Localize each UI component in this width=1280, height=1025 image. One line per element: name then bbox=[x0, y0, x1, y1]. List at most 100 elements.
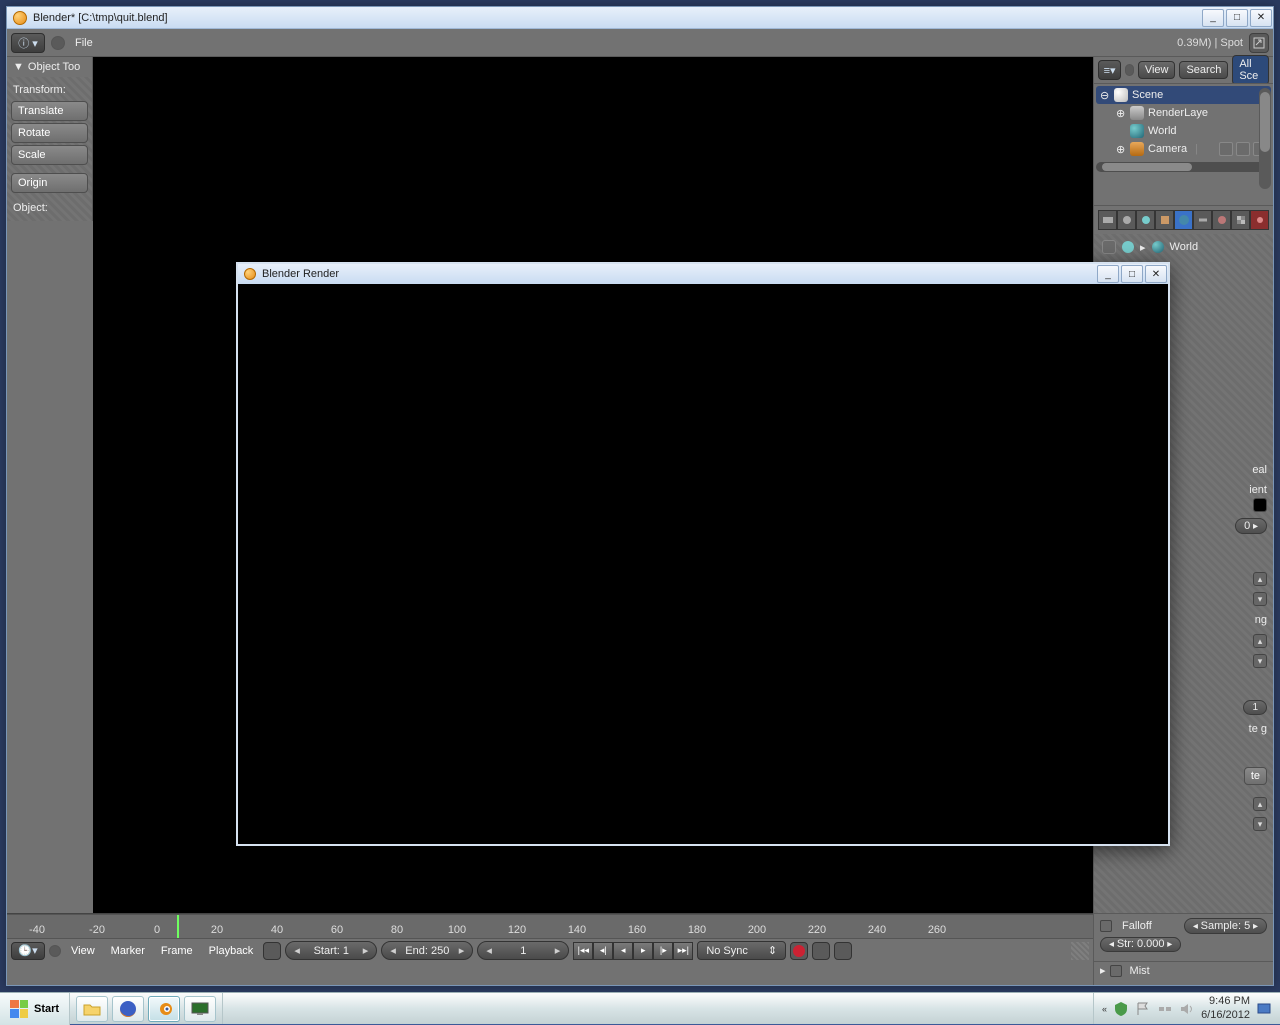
sample-field[interactable]: ◂ Sample: 5 ▸ bbox=[1184, 918, 1267, 934]
expand-icon[interactable]: ⊕ bbox=[1116, 107, 1126, 120]
tab-texture[interactable] bbox=[1231, 210, 1250, 230]
stepper-up-icon[interactable]: ▴ bbox=[1253, 797, 1267, 811]
outliner-node-world[interactable]: World bbox=[1112, 122, 1271, 140]
camera-icon bbox=[1130, 142, 1144, 156]
te-button[interactable]: te bbox=[1244, 767, 1267, 785]
start-button[interactable]: Start bbox=[0, 993, 70, 1025]
value-field-0[interactable]: 0 ▸ bbox=[1235, 518, 1267, 534]
jump-start-button[interactable]: |◂◂ bbox=[573, 942, 593, 960]
timeline-ruler[interactable]: -40-200204060801001201401601802002202402… bbox=[7, 914, 1093, 938]
stepper-down-icon[interactable]: ▾ bbox=[1253, 817, 1267, 831]
info-editor-type-dropdown[interactable]: ⓘ ▾ bbox=[11, 33, 45, 53]
render-window[interactable]: Blender Render _ □ ✕ bbox=[236, 262, 1170, 846]
tray-expand-icon[interactable]: « bbox=[1102, 1004, 1107, 1014]
rotate-button[interactable]: Rotate bbox=[11, 123, 88, 143]
outliner-node-camera[interactable]: ⊕ Camera | bbox=[1112, 140, 1271, 158]
render-minimize-button[interactable]: _ bbox=[1097, 265, 1119, 283]
tab-world[interactable] bbox=[1174, 210, 1193, 230]
keyframe-prev-button[interactable]: ◂| bbox=[593, 942, 613, 960]
taskbar-firefox[interactable] bbox=[112, 996, 144, 1022]
stepper-down-icon[interactable]: ▾ bbox=[1253, 592, 1267, 606]
selectable-icon[interactable] bbox=[1236, 142, 1250, 156]
area-drag-corner[interactable] bbox=[1071, 942, 1089, 960]
world-breadcrumb-label[interactable]: World bbox=[1170, 241, 1199, 253]
mist-checkbox[interactable] bbox=[1110, 965, 1122, 977]
outliner-v-scrollbar[interactable] bbox=[1259, 88, 1271, 189]
scene-bread-icon[interactable] bbox=[1122, 241, 1134, 253]
link-icon[interactable] bbox=[1125, 64, 1134, 76]
keyframe-next-button[interactable]: |▸ bbox=[653, 942, 673, 960]
toolshelf-header[interactable]: ▼ Object Too bbox=[7, 57, 92, 77]
disclosure-icon: ▼ bbox=[13, 61, 24, 73]
render-maximize-button[interactable]: □ bbox=[1121, 265, 1143, 283]
render-result-view[interactable] bbox=[238, 284, 1168, 844]
sync-mode-dropdown[interactable]: No Sync⇕ bbox=[697, 941, 786, 960]
start-frame-field[interactable]: ◂Start: 1▸ bbox=[285, 941, 377, 960]
auto-keyframe-button[interactable] bbox=[790, 942, 808, 960]
tab-world-small[interactable] bbox=[1136, 210, 1155, 230]
timeline-tick: 60 bbox=[307, 924, 367, 936]
keying-set-icon-2[interactable] bbox=[834, 942, 852, 960]
tab-material[interactable] bbox=[1212, 210, 1231, 230]
keying-set-icon[interactable] bbox=[812, 942, 830, 960]
tab-object[interactable] bbox=[1155, 210, 1174, 230]
disclosure-icon[interactable]: ▸ bbox=[1100, 964, 1106, 977]
timeline-menu-playback[interactable]: Playback bbox=[203, 943, 260, 959]
taskbar-blender[interactable] bbox=[148, 996, 180, 1022]
main-titlebar[interactable]: Blender* [C:\tmp\quit.blend] _ □ ✕ bbox=[7, 7, 1273, 29]
pin-icon[interactable] bbox=[1102, 240, 1116, 254]
scale-button[interactable]: Scale bbox=[11, 145, 88, 165]
world-bread-icon[interactable] bbox=[1152, 241, 1164, 253]
visibility-icon[interactable] bbox=[1219, 142, 1233, 156]
outliner-h-scrollbar[interactable] bbox=[1096, 162, 1271, 172]
outliner-node-scene[interactable]: ⊖ Scene bbox=[1096, 86, 1271, 104]
expand-icon[interactable]: ⊖ bbox=[1100, 89, 1110, 102]
back-to-previous-icon[interactable] bbox=[1249, 33, 1269, 53]
clock-icon[interactable] bbox=[263, 942, 281, 960]
taskbar-explorer[interactable] bbox=[76, 996, 108, 1022]
timeline-menu-frame[interactable]: Frame bbox=[155, 943, 199, 959]
taskbar-monitor[interactable] bbox=[184, 996, 216, 1022]
current-frame-field[interactable]: ◂1▸ bbox=[477, 941, 569, 960]
play-reverse-button[interactable]: ◂ bbox=[613, 942, 633, 960]
tab-physics[interactable] bbox=[1250, 210, 1269, 230]
timeline-menu-marker[interactable]: Marker bbox=[105, 943, 151, 959]
link-icon[interactable] bbox=[51, 36, 65, 50]
ambient-color-swatch[interactable] bbox=[1253, 498, 1267, 512]
close-button[interactable]: ✕ bbox=[1250, 9, 1272, 27]
num-field-1[interactable]: 1 bbox=[1243, 700, 1267, 715]
stepper-up-icon[interactable]: ▴ bbox=[1253, 572, 1267, 586]
render-close-button[interactable]: ✕ bbox=[1145, 265, 1167, 283]
translate-button[interactable]: Translate bbox=[11, 101, 88, 121]
end-frame-field[interactable]: ◂End: 250▸ bbox=[381, 941, 473, 960]
network-icon[interactable] bbox=[1157, 1001, 1173, 1017]
falloff-checkbox[interactable] bbox=[1100, 920, 1112, 932]
outliner-node-renderlayers[interactable]: ⊕ RenderLaye bbox=[1112, 104, 1271, 122]
security-icon[interactable] bbox=[1113, 1001, 1129, 1017]
play-button[interactable]: ▸ bbox=[633, 942, 653, 960]
outliner-view-menu[interactable]: View bbox=[1138, 61, 1176, 79]
volume-icon[interactable] bbox=[1179, 1001, 1195, 1017]
outliner-editor-type-dropdown[interactable]: ≡▾ bbox=[1098, 60, 1121, 80]
clock[interactable]: 9:46 PM 6/16/2012 bbox=[1201, 995, 1250, 1021]
flag-icon[interactable] bbox=[1135, 1001, 1151, 1017]
show-desktop-icon[interactable] bbox=[1256, 1001, 1272, 1017]
render-titlebar[interactable]: Blender Render _ □ ✕ bbox=[238, 264, 1168, 284]
timeline-editor-type-dropdown[interactable]: 🕒▾ bbox=[11, 942, 45, 960]
outliner-display-mode[interactable]: All Sce bbox=[1232, 55, 1269, 85]
stepper-up-icon[interactable]: ▴ bbox=[1253, 634, 1267, 648]
str-field[interactable]: ◂ Str: 0.000 ▸ bbox=[1100, 937, 1181, 952]
tab-render[interactable] bbox=[1098, 210, 1117, 230]
expand-icon[interactable]: ⊕ bbox=[1116, 143, 1126, 156]
jump-end-button[interactable]: ▸▸| bbox=[673, 942, 693, 960]
tab-constraints[interactable] bbox=[1193, 210, 1212, 230]
maximize-button[interactable]: □ bbox=[1226, 9, 1248, 27]
outliner-search-menu[interactable]: Search bbox=[1179, 61, 1228, 79]
tab-scene[interactable] bbox=[1117, 210, 1136, 230]
origin-button[interactable]: Origin bbox=[11, 173, 88, 193]
timeline-menu-view[interactable]: View bbox=[65, 943, 101, 959]
minimize-button[interactable]: _ bbox=[1202, 9, 1224, 27]
menu-file[interactable]: File bbox=[71, 37, 97, 49]
stepper-down-icon[interactable]: ▾ bbox=[1253, 654, 1267, 668]
link-icon[interactable] bbox=[49, 945, 61, 957]
